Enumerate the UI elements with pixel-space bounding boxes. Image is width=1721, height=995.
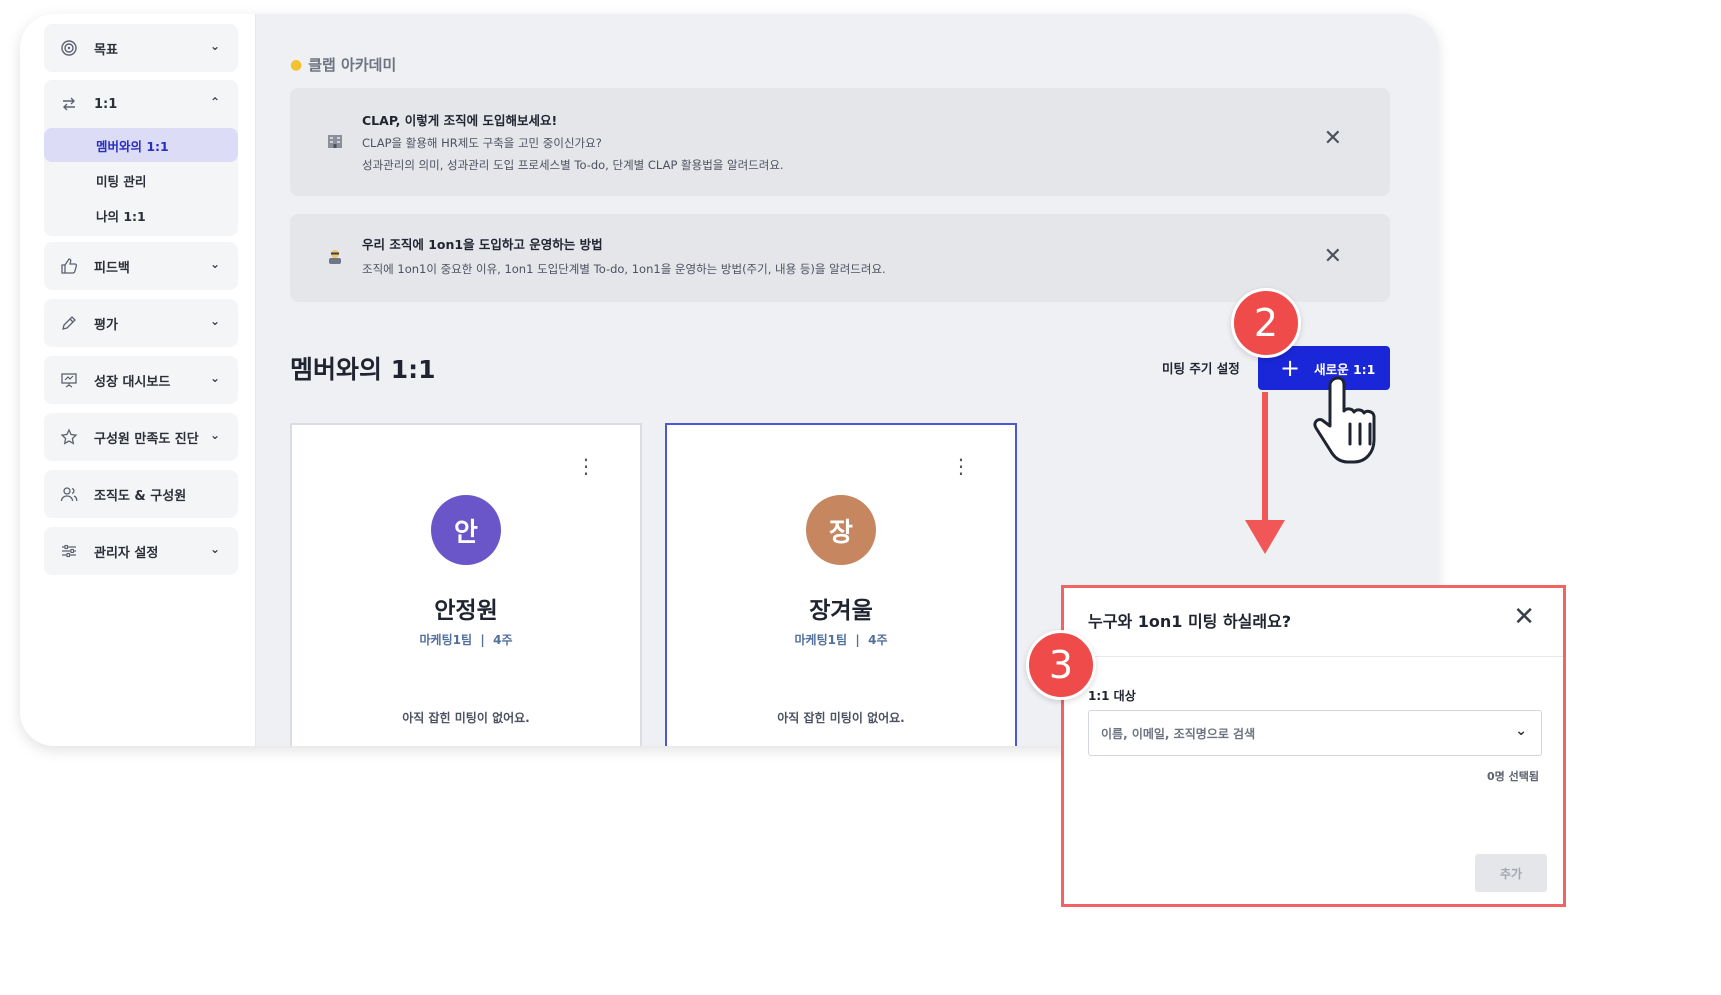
- member-meta: 마케팅1팀 | 4주: [292, 631, 640, 648]
- sidebar-subitem-meeting-manage[interactable]: 미팅 관리: [44, 163, 238, 197]
- member-meta: 마케팅1팀 | 4주: [667, 631, 1015, 648]
- chevron-down-icon: ⌄: [209, 371, 220, 385]
- pointer-hand-icon: [1313, 376, 1376, 464]
- chevron-down-icon: ⌄: [209, 542, 220, 556]
- new-1on1-modal: 누구와 1on1 미팅 하실래요? ✕ 1:1 대상 이름, 이메일, 조직명으…: [1061, 585, 1566, 907]
- plus-icon: +: [1280, 354, 1301, 382]
- page-title: 멤버와의 1:1: [290, 355, 436, 384]
- step-badge-3: 3: [1026, 630, 1096, 700]
- sidebar-subitem-member-1on1[interactable]: 멤버와의 1:1: [44, 128, 238, 162]
- sidebar-item-label: 1:1: [94, 96, 118, 112]
- separator: |: [476, 633, 489, 647]
- avatar: 장: [806, 495, 876, 565]
- presentation-icon: [60, 371, 78, 389]
- sidebar-item-goals[interactable]: 목표 ⌄: [44, 24, 238, 72]
- sliders-icon: [60, 542, 78, 560]
- sidebar-item-growth-dashboard[interactable]: 성장 대시보드 ⌄: [44, 356, 238, 404]
- chevron-down-icon: ⌄: [1515, 723, 1527, 739]
- pen-icon: [60, 314, 78, 332]
- modal-title: 누구와 1on1 미팅 하실래요?: [1088, 612, 1292, 631]
- arrow-down-icon: [1245, 520, 1285, 554]
- more-vertical-icon[interactable]: ⋮: [576, 456, 596, 476]
- meeting-status: 아직 잡힌 미팅이 없어요.: [777, 711, 905, 725]
- member-card[interactable]: ⋮ 장 장겨울 마케팅1팀 | 4주 아직 잡힌 미팅이 없어요.: [665, 423, 1017, 746]
- avatar: 안: [431, 495, 501, 565]
- sidebar-subitem-my-1on1[interactable]: 나의 1:1: [44, 198, 238, 232]
- chevron-down-icon: ⌄: [209, 428, 220, 442]
- banner-description: CLAP을 활용해 HR제도 구축을 고민 중이신가요?: [362, 136, 602, 150]
- select-placeholder: 이름, 이메일, 조직명으로 검색: [1101, 726, 1256, 741]
- arrow-line: [1262, 392, 1268, 532]
- banner-title: CLAP, 이렇게 조직에 도입해보세요!: [362, 113, 558, 128]
- sidebar-item-label: 목표: [94, 42, 118, 58]
- sidebar-item-label: 구성원 만족도 진단: [94, 431, 199, 447]
- member-name: 안정원: [434, 598, 498, 624]
- member-team: 마케팅1팀: [419, 633, 472, 647]
- sidebar: 목표 ⌄ 1:1 ⌃ 멤버와의 1:1 미팅 관리 나의 1:1 피드백 ⌄ 평…: [20, 14, 256, 746]
- sidebar-item-evaluation[interactable]: 평가 ⌄: [44, 299, 238, 347]
- target-search-select[interactable]: 이름, 이메일, 조직명으로 검색 ⌄: [1088, 710, 1542, 756]
- more-vertical-icon[interactable]: ⋮: [951, 456, 971, 476]
- academy-heading-text: 클랩 아카데미: [308, 56, 397, 74]
- sidebar-item-label: 성장 대시보드: [94, 374, 171, 390]
- building-icon: [326, 132, 344, 155]
- close-icon[interactable]: ✕: [1324, 126, 1342, 151]
- star-icon: [60, 428, 78, 446]
- sidebar-item-feedback[interactable]: 피드백 ⌄: [44, 242, 238, 290]
- academy-banner[interactable]: CLAP, 이렇게 조직에 도입해보세요! CLAP을 활용해 HR제도 구축을…: [290, 88, 1390, 196]
- sidebar-item-label: 피드백: [94, 260, 130, 276]
- close-icon[interactable]: ✕: [1513, 602, 1535, 632]
- teacher-icon: [326, 247, 344, 270]
- meeting-cycle-button[interactable]: 미팅 주기 설정: [1162, 358, 1240, 377]
- member-team: 마케팅1팀: [794, 633, 847, 647]
- target-icon: [60, 39, 78, 57]
- lightbulb-icon: ●: [290, 56, 303, 73]
- divider: [1064, 656, 1563, 657]
- add-button[interactable]: 추가: [1475, 854, 1547, 892]
- sidebar-item-label: 조직도 & 구성원: [94, 488, 187, 504]
- selected-count: 0명 선택됨: [1487, 770, 1539, 783]
- banner-title: 우리 조직에 1on1을 도입하고 운영하는 방법: [362, 237, 603, 252]
- swap-icon: [60, 95, 78, 113]
- sidebar-group-1on1: 1:1 ⌃ 멤버와의 1:1 미팅 관리 나의 1:1: [44, 80, 238, 236]
- separator: |: [851, 633, 864, 647]
- member-name: 장겨울: [809, 598, 873, 624]
- member-card[interactable]: ⋮ 안 안정원 마케팅1팀 | 4주 아직 잡힌 미팅이 없어요.: [290, 423, 642, 746]
- sidebar-item-satisfaction-survey[interactable]: 구성원 만족도 진단 ⌄: [44, 413, 238, 461]
- sidebar-item-1on1[interactable]: 1:1 ⌃: [44, 80, 238, 128]
- academy-heading: ● 클랩 아카데미: [290, 54, 396, 75]
- chevron-down-icon: ⌄: [209, 39, 220, 53]
- meeting-status: 아직 잡힌 미팅이 없어요.: [402, 711, 530, 725]
- target-field-label: 1:1 대상: [1088, 689, 1136, 703]
- banner-description: 성과관리의 의미, 성과관리 도입 프로세스별 To-do, 단계별 CLAP …: [362, 158, 784, 172]
- member-period: 4주: [493, 633, 513, 647]
- people-icon: [60, 485, 78, 503]
- chevron-down-icon: ⌄: [209, 314, 220, 328]
- banner-description: 조직에 1on1이 중요한 이유, 1on1 도입단계별 To-do, 1on1…: [362, 262, 886, 276]
- step-badge-2: 2: [1231, 288, 1301, 358]
- chevron-up-icon: ⌃: [209, 95, 220, 109]
- sidebar-item-admin-settings[interactable]: 관리자 설정 ⌄: [44, 527, 238, 575]
- close-icon[interactable]: ✕: [1324, 244, 1342, 269]
- thumbs-up-icon: [60, 257, 78, 275]
- sidebar-item-org-chart[interactable]: 조직도 & 구성원: [44, 470, 238, 518]
- member-period: 4주: [868, 633, 888, 647]
- chevron-down-icon: ⌄: [209, 257, 220, 271]
- sidebar-item-label: 관리자 설정: [94, 545, 159, 561]
- academy-banner[interactable]: 우리 조직에 1on1을 도입하고 운영하는 방법 조직에 1on1이 중요한 …: [290, 214, 1390, 302]
- sidebar-item-label: 평가: [94, 317, 118, 333]
